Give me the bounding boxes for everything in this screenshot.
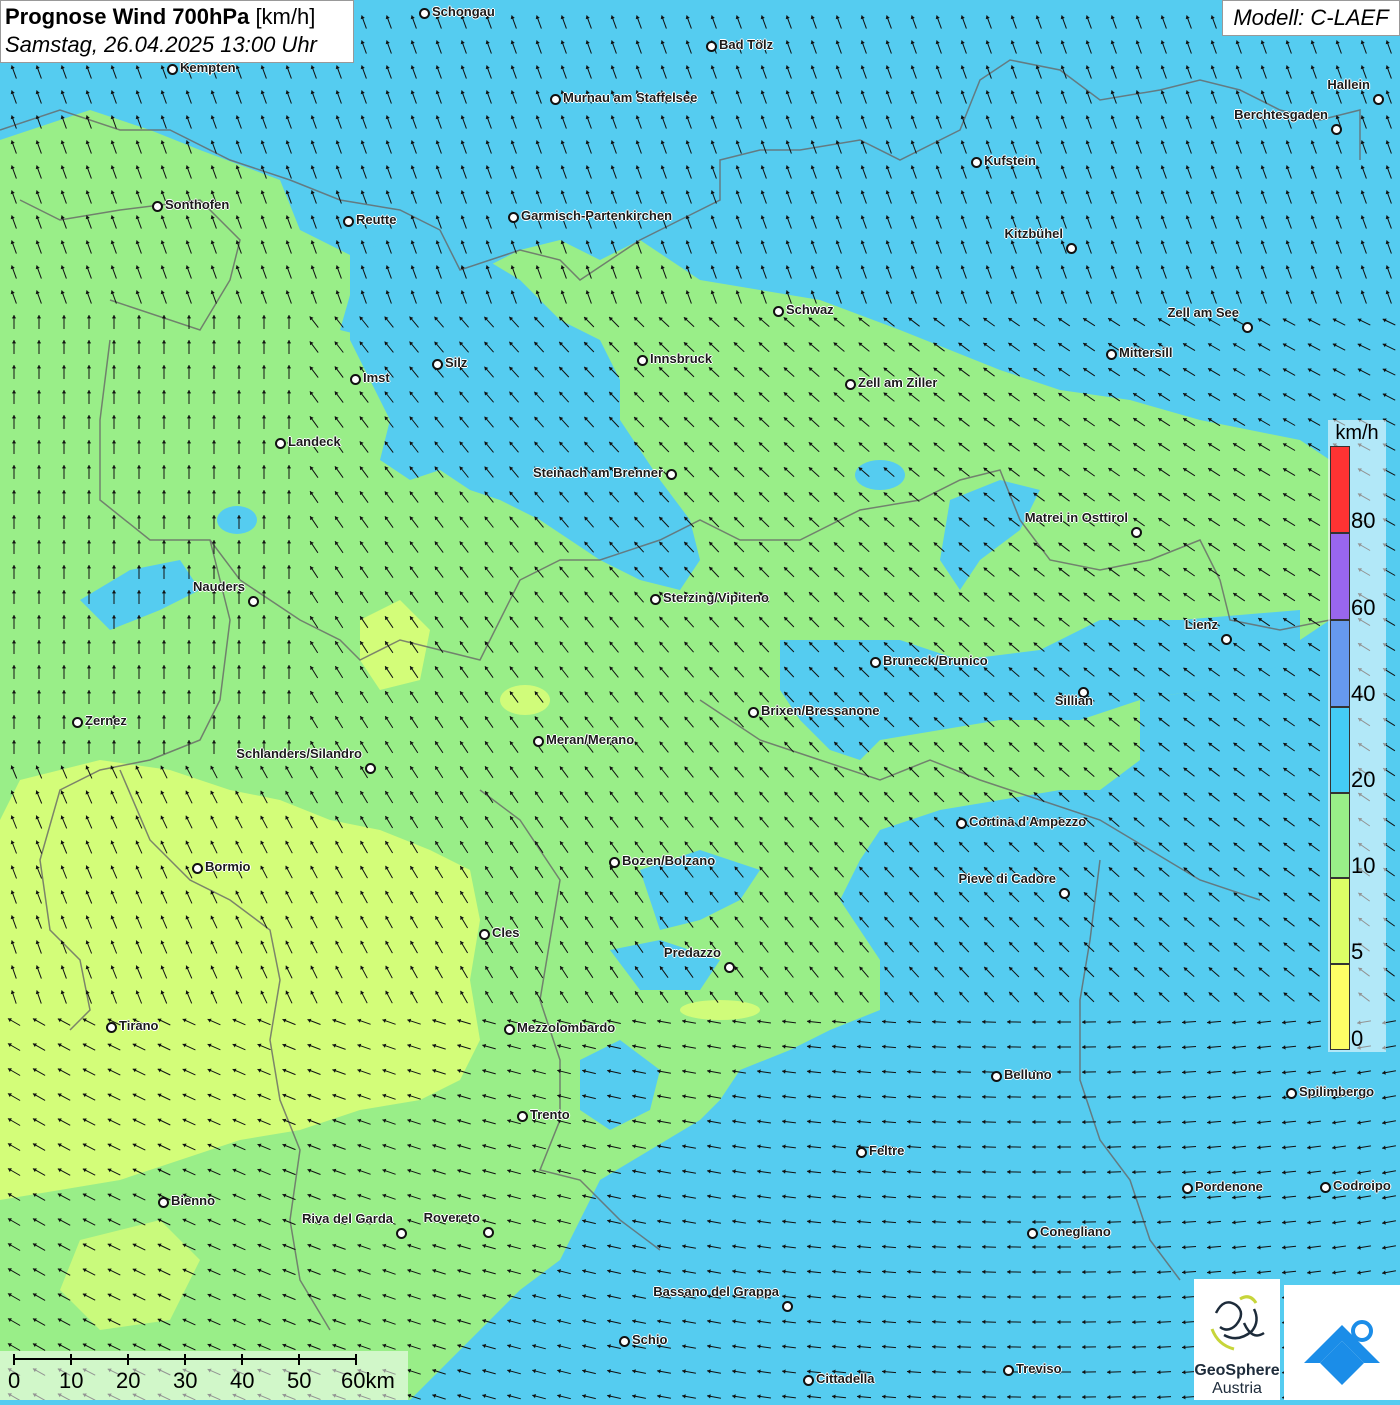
- wind-zone-20-40-inlet: [855, 460, 905, 490]
- wind-zone-5-10: [680, 1000, 760, 1020]
- wind-zone-5-10: [500, 685, 550, 715]
- wind-zone-20-40-inlet: [217, 506, 257, 534]
